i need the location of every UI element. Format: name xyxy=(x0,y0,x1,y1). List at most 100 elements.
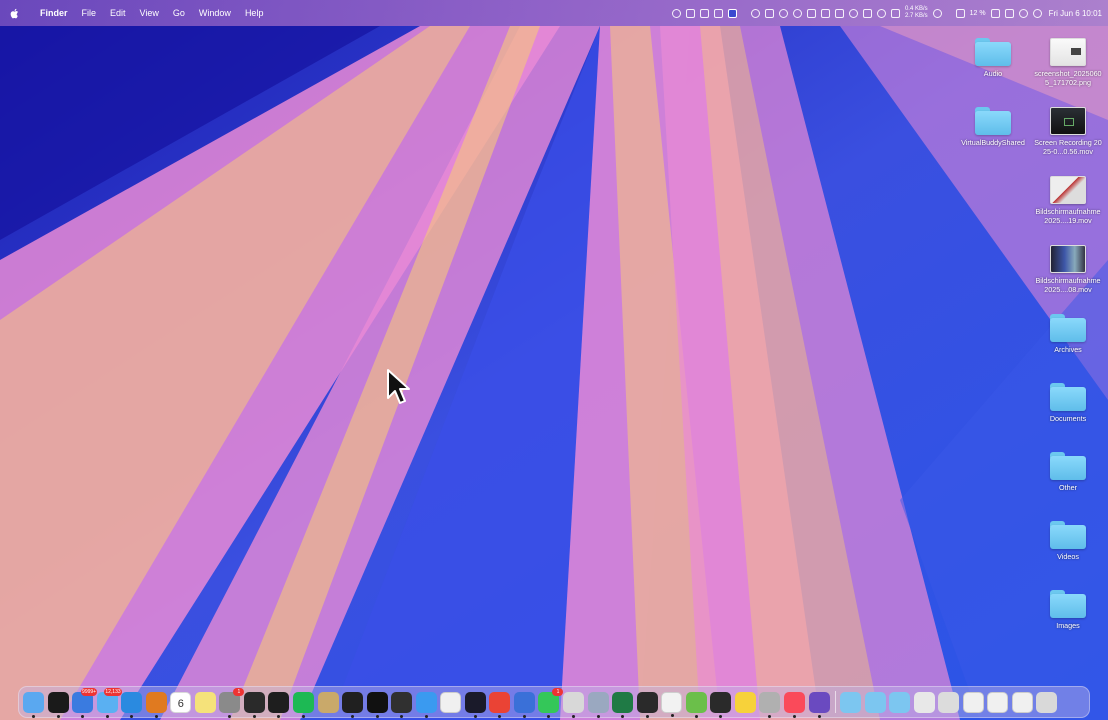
folder-icon xyxy=(1050,521,1086,549)
vpn-icon[interactable] xyxy=(792,8,802,18)
dock-chatgpt-icon[interactable] xyxy=(563,691,585,718)
dock-terminal-4-icon[interactable] xyxy=(366,691,388,718)
menu-help[interactable]: Help xyxy=(245,8,264,18)
desktop-item-videos[interactable]: Videos xyxy=(1033,521,1103,561)
running-indicator xyxy=(473,714,477,718)
dock-archive-utility-icon[interactable] xyxy=(317,691,339,713)
control-icon[interactable] xyxy=(1004,8,1014,18)
running-indicator xyxy=(817,714,821,718)
battery-percent[interactable]: 12 % xyxy=(970,10,986,17)
dock-file-stack-4-icon[interactable] xyxy=(1011,691,1033,713)
desktop-item-documents[interactable]: Documents xyxy=(1033,383,1103,423)
dock-globe-app-icon[interactable] xyxy=(759,691,781,718)
status-menu-area: 0.4 KB/s 2.7 KB/s 12 % Fri Jun 6 10:01 xyxy=(671,0,1102,26)
dock-notes-icon[interactable] xyxy=(194,691,216,713)
camera-icon[interactable] xyxy=(862,8,872,18)
battery-icon[interactable] xyxy=(990,8,1000,18)
dock-stickies-icon[interactable] xyxy=(734,691,756,713)
menu-window[interactable]: Window xyxy=(199,8,231,18)
notification-badge: 1 xyxy=(233,687,245,696)
color-picker-icon[interactable] xyxy=(876,8,886,18)
dock-mail-icon[interactable]: 12,133 xyxy=(96,687,122,718)
desktop-item-bildschirmaufnahme-19[interactable]: Bildschirmaufnahme 2025....19.mov xyxy=(1033,176,1103,225)
dock-terminal-2-icon[interactable] xyxy=(268,691,290,718)
apple-icon[interactable] xyxy=(10,8,26,19)
dock-preview-icon[interactable] xyxy=(661,691,683,717)
dock-documents-folder-icon[interactable] xyxy=(889,691,911,713)
desktop-item-screenshot[interactable]: screenshot_20250605_171702.png xyxy=(1033,38,1103,87)
desktop-item-bildschirmaufnahme-08[interactable]: Bildschirmaufnahme 2025....08.mov xyxy=(1033,245,1103,294)
menu-view[interactable]: View xyxy=(140,8,159,18)
folder-icon xyxy=(975,38,1011,66)
wifi-icon[interactable] xyxy=(806,8,816,18)
dock-terminal-5-icon[interactable] xyxy=(391,691,413,718)
dock-safari-icon[interactable] xyxy=(415,691,437,718)
shield-icon[interactable] xyxy=(778,8,788,18)
desktop-item-audio[interactable]: Audio xyxy=(958,38,1028,78)
dock-chrome-icon[interactable] xyxy=(489,691,511,718)
running-indicator xyxy=(645,714,649,718)
status-app-icon-1[interactable] xyxy=(671,8,681,18)
status-app-icon-4[interactable] xyxy=(713,8,723,18)
dock-downloads-folder-icon[interactable] xyxy=(864,691,886,713)
dock-terminal-6-icon[interactable] xyxy=(710,691,732,718)
status-app-icon-3[interactable] xyxy=(699,8,709,18)
screen-mirroring-icon[interactable] xyxy=(727,8,737,18)
mouse-cursor-icon xyxy=(387,369,410,404)
bluetooth-icon[interactable] xyxy=(750,8,760,18)
search-icon[interactable] xyxy=(1018,8,1028,18)
dock-terminal-3-icon[interactable] xyxy=(342,691,364,718)
dock-excel-icon[interactable] xyxy=(612,691,634,718)
dock-sublime-text-icon[interactable] xyxy=(145,691,167,718)
dock-xcode-icon[interactable] xyxy=(513,691,535,718)
dock-info-stack-icon[interactable] xyxy=(913,691,935,713)
menu-edit[interactable]: Edit xyxy=(110,8,126,18)
dock-applications-folder-icon[interactable] xyxy=(840,691,862,713)
status-app-icon-2[interactable] xyxy=(685,8,695,18)
dock-spotify-icon[interactable] xyxy=(293,691,315,718)
desktop-item-archives[interactable]: Archives xyxy=(1033,314,1103,354)
dock-file-stack-1-icon[interactable] xyxy=(938,691,960,713)
dock-app-purple-icon[interactable] xyxy=(808,691,830,718)
desktop-item-other[interactable]: Other xyxy=(1033,452,1103,492)
dock-system-settings-icon[interactable]: 1 xyxy=(219,687,245,718)
focus-icon[interactable] xyxy=(848,8,858,18)
dock-vscode-icon[interactable] xyxy=(121,691,143,718)
menu-file[interactable]: File xyxy=(82,8,97,18)
app-menu-finder[interactable]: Finder xyxy=(40,8,68,18)
grid-icon[interactable] xyxy=(890,8,900,18)
dock-trash-icon[interactable] xyxy=(1036,691,1058,713)
dock-file-stack-2-icon[interactable] xyxy=(962,691,984,713)
network-graph-icon[interactable] xyxy=(932,8,942,18)
running-indicator xyxy=(81,714,85,718)
dock-alien-app-icon[interactable] xyxy=(685,691,707,718)
dock-music-icon[interactable] xyxy=(783,691,805,718)
image-thumbnail-icon xyxy=(1050,38,1086,66)
dock-terminal-1-icon[interactable] xyxy=(243,691,265,718)
menu-go[interactable]: Go xyxy=(173,8,185,18)
desktop-item-images[interactable]: Images xyxy=(1033,590,1103,630)
dock-app-dark-icon[interactable] xyxy=(464,691,486,718)
notification-badge: 12,133 xyxy=(104,687,122,696)
siri-icon[interactable] xyxy=(1032,8,1042,18)
desktop-item-screen-recording[interactable]: Screen Recording 2025-0...0.56.mov xyxy=(1033,107,1103,156)
display-icon[interactable] xyxy=(834,8,844,18)
desktop-item-label: Bildschirmaufnahme 2025....19.mov xyxy=(1035,207,1101,225)
dock-app-grid-icon[interactable] xyxy=(636,691,658,718)
dock-messages-icon[interactable]: 1 xyxy=(538,687,564,718)
network-speed[interactable]: 0.4 KB/s 2.7 KB/s xyxy=(905,6,928,20)
clipboard-icon[interactable] xyxy=(764,8,774,18)
dock-screen-sharing-icon[interactable] xyxy=(587,691,609,718)
desktop-item-virtualbuddyshared[interactable]: VirtualBuddyShared xyxy=(958,107,1028,147)
menu-clock[interactable]: Fri Jun 6 10:01 xyxy=(1049,9,1102,18)
dock-app-black-icon[interactable] xyxy=(47,691,69,718)
running-indicator xyxy=(302,714,306,718)
folder-icon xyxy=(975,107,1011,135)
dock-finder-icon[interactable] xyxy=(23,691,44,718)
dock-pages-icon[interactable] xyxy=(440,691,462,713)
dock-calendar-icon[interactable]: 6 xyxy=(170,691,192,713)
calendar-status-icon[interactable] xyxy=(955,8,965,18)
lock-icon[interactable] xyxy=(820,8,830,18)
dock-spark-mail-icon[interactable]: 9999+ xyxy=(72,687,98,718)
dock-file-stack-3-icon[interactable] xyxy=(987,691,1009,713)
